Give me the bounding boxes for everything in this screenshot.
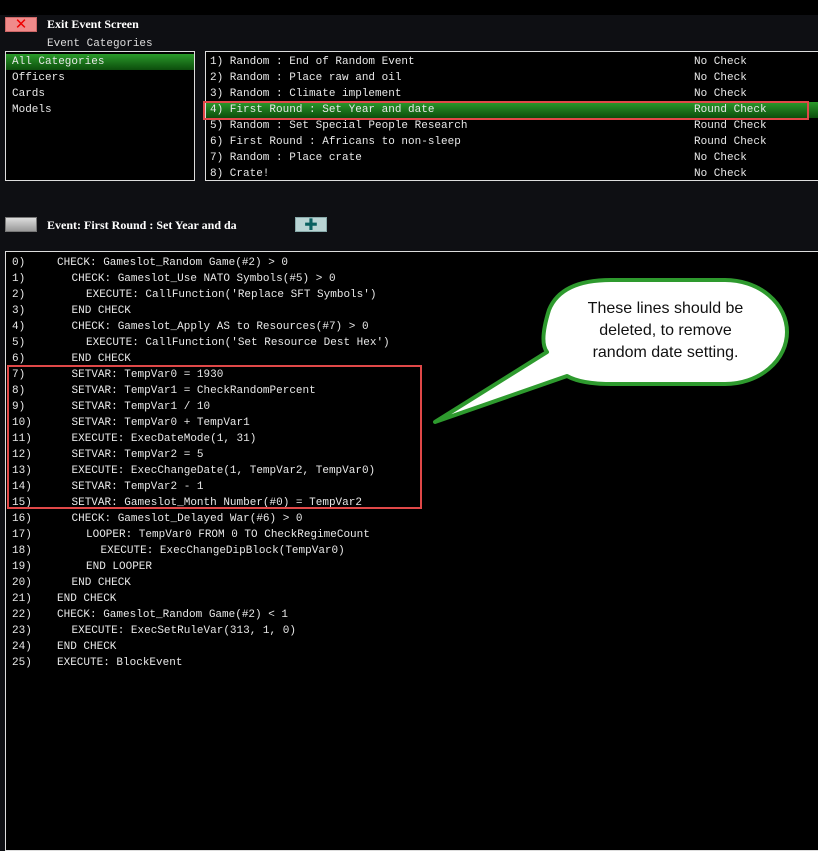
category-item[interactable]: All Categories [6,54,194,70]
line-number: 23) [12,625,32,637]
script-line[interactable]: SETVAR: TempVar0 = 1930 [72,367,224,383]
close-icon: ✕ [14,15,28,33]
line-number: 8) [12,385,26,397]
script-line[interactable]: END CHECK [72,351,131,367]
script-line[interactable]: END LOOPER [86,559,152,575]
exit-button[interactable]: ✕ [5,17,37,32]
event-check: Round Check [694,120,767,132]
line-number: 14) [12,481,32,493]
event-check: No Check [694,56,747,68]
line-number: 13) [12,465,32,477]
line-number: 5) [12,337,26,349]
line-number: 15) [12,497,32,509]
add-line-button[interactable]: ✚ [295,215,327,234]
event-label: 4) First Round : Set Year and date [210,104,435,116]
event-label: 7) Random : Place crate [210,152,362,164]
script-line[interactable]: CHECK: Gameslot_Use NATO Symbols(#5) > 0 [72,271,336,287]
event-check: No Check [694,88,747,100]
script-line[interactable]: CHECK: Gameslot_Random Game(#2) > 0 [57,255,288,271]
event-row[interactable]: 4) First Round : Set Year and date Round … [206,102,818,118]
line-number: 20) [12,577,32,589]
category-item[interactable]: Models [6,102,194,118]
line-number: 10) [12,417,32,429]
line-number: 22) [12,609,32,621]
event-row[interactable]: 5) Random : Set Special People Research R… [206,118,818,134]
script-line[interactable]: END CHECK [72,303,131,319]
event-title: Event: First Round : Set Year and da [47,218,237,232]
line-number: 0) [12,257,26,269]
script-line[interactable]: EXECUTE: ExecChangeDate(1, TempVar2, Tem… [72,463,376,479]
script-line[interactable]: END CHECK [57,639,116,655]
event-row[interactable]: 8) Crate! No Check [206,166,818,180]
line-number: 17) [12,529,32,541]
event-toggle-button[interactable] [5,217,37,232]
callout-text: These lines should be deleted, to remove… [548,298,783,364]
callout-line: deleted, to remove [599,322,732,339]
categories-label: Event Categories [47,38,153,50]
event-check: No Check [694,72,747,84]
script-line[interactable]: EXECUTE: CallFunction('Replace SFT Symbo… [86,287,376,303]
exit-label: Exit Event Screen [47,17,139,31]
script-line[interactable]: SETVAR: Gameslot_Month Number(#0) = Temp… [72,495,362,511]
categories-list[interactable]: All Categories Officers Cards Models [5,51,195,181]
event-label: 1) Random : End of Random Event [210,56,415,68]
line-number: 21) [12,593,32,605]
script-line[interactable]: EXECUTE: CallFunction('Set Resource Dest… [86,335,390,351]
line-number: 6) [12,353,26,365]
event-check: Round Check [694,136,767,148]
event-row[interactable]: 1) Random : End of Random Event No Check [206,54,818,70]
line-number: 1) [12,273,26,285]
top-bar [0,0,818,15]
event-label: 8) Crate! [210,168,270,180]
event-check: Round Check [694,104,767,116]
script-line[interactable]: SETVAR: TempVar0 + TempVar1 [72,415,250,431]
script-line[interactable]: EXECUTE: ExecChangeDipBlock(TempVar0) [101,543,345,559]
callout-line: random date setting. [592,344,739,361]
line-number: 3) [12,305,26,317]
line-number: 19) [12,561,32,573]
script-line[interactable]: EXECUTE: ExecSetRuleVar(313, 1, 0) [72,623,296,639]
script-line[interactable]: LOOPER: TempVar0 FROM 0 TO CheckRegimeCo… [86,527,370,543]
script-line[interactable]: END CHECK [72,575,131,591]
event-check: No Check [694,168,747,180]
script-line[interactable]: SETVAR: TempVar1 / 10 [72,399,211,415]
line-number: 18) [12,545,32,557]
line-number: 11) [12,433,32,445]
event-check: No Check [694,152,747,164]
plus-icon: ✚ [304,215,318,234]
event-row[interactable]: 2) Random : Place raw and oil No Check [206,70,818,86]
line-number: 2) [12,289,26,301]
category-item[interactable]: Officers [6,70,194,86]
script-line[interactable]: SETVAR: TempVar2 - 1 [72,479,204,495]
line-number: 25) [12,657,32,669]
event-row[interactable]: 6) First Round : Africans to non-sleep Ro… [206,134,818,150]
line-number: 24) [12,641,32,653]
script-line[interactable]: EXECUTE: ExecDateMode(1, 31) [72,431,257,447]
script-line[interactable]: CHECK: Gameslot_Random Game(#2) < 1 [57,607,288,623]
events-list[interactable]: 1) Random : End of Random Event No Check 2… [205,51,818,181]
script-line[interactable]: CHECK: Gameslot_Delayed War(#6) > 0 [72,511,303,527]
event-row[interactable]: 7) Random : Place crate No Check [206,150,818,166]
line-number: 9) [12,401,26,413]
script-line[interactable]: SETVAR: TempVar1 = CheckRandomPercent [72,383,316,399]
script-line[interactable]: SETVAR: TempVar2 = 5 [72,447,204,463]
event-label: 5) Random : Set Special People Research [210,120,468,132]
event-label: 3) Random : Climate implement [210,88,402,100]
line-number: 7) [12,369,26,381]
script-line[interactable]: CHECK: Gameslot_Apply AS to Resources(#7… [72,319,369,335]
category-item[interactable]: Cards [6,86,194,102]
script-line[interactable]: END CHECK [57,591,116,607]
callout-line: These lines should be [587,300,744,317]
event-label: 6) First Round : Africans to non-sleep [210,136,461,148]
event-row[interactable]: 3) Random : Climate implement No Check [206,86,818,102]
line-number: 12) [12,449,32,461]
event-label: 2) Random : Place raw and oil [210,72,402,84]
line-number: 4) [12,321,26,333]
script-line[interactable]: EXECUTE: BlockEvent [57,655,182,671]
line-number: 16) [12,513,32,525]
